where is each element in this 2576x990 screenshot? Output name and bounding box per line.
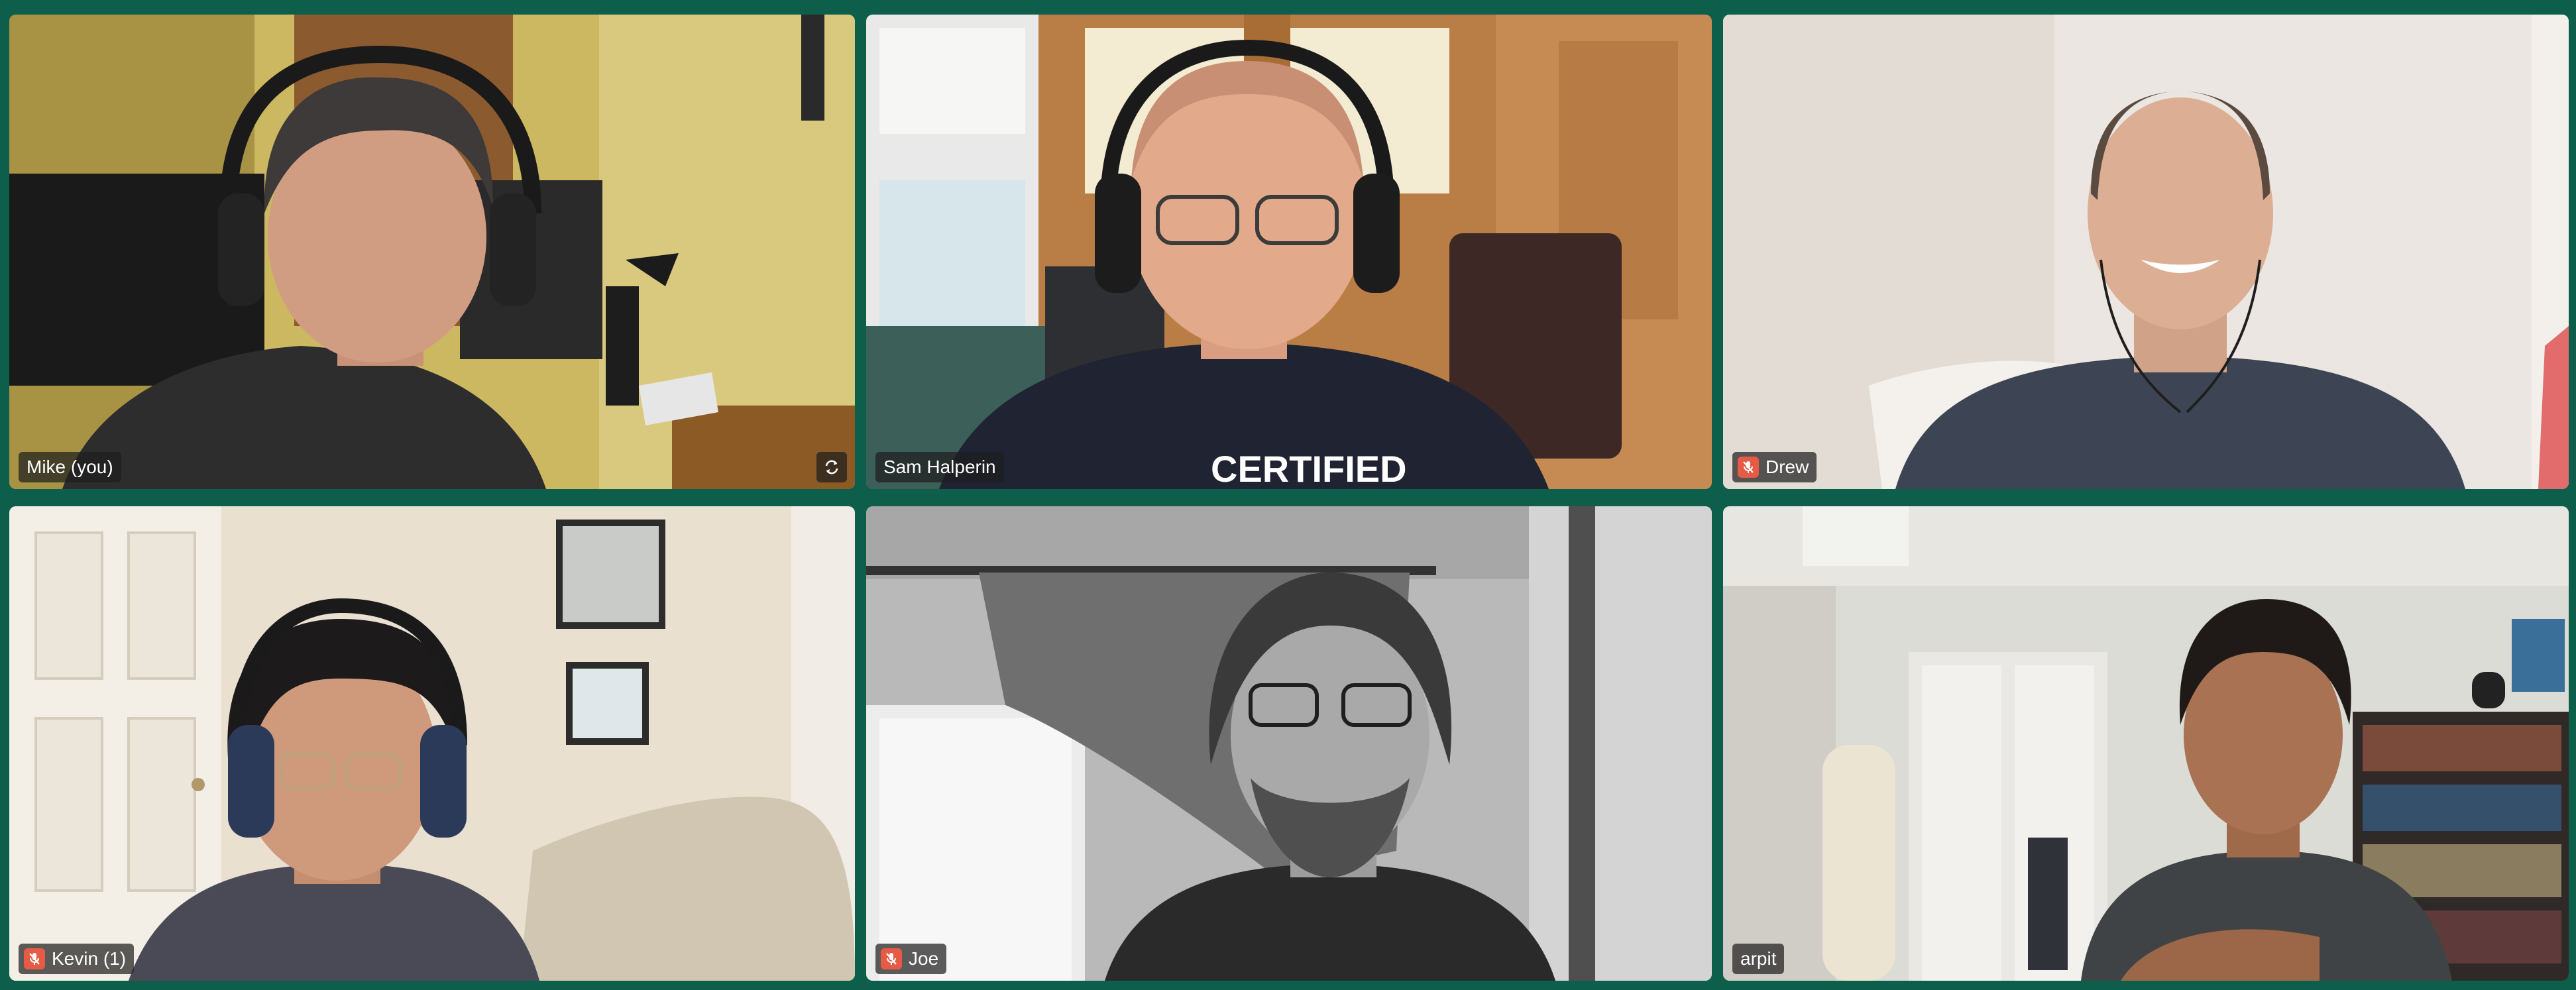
participant-name: Drew: [1765, 457, 1809, 477]
participant-name: arpit: [1740, 948, 1777, 969]
video-feed: CERTIFIED: [866, 15, 1712, 489]
participant-name-tag: arpit: [1732, 944, 1785, 974]
video-tile-drew[interactable]: Drew: [1723, 15, 2569, 489]
shirt-print: CERTIFIED: [1211, 448, 1407, 489]
microphone-muted-icon: [1738, 457, 1759, 478]
participant-name: Sam Halperin: [883, 457, 996, 477]
participant-name-tag: Kevin (1): [19, 944, 135, 974]
participant-name-tag: Sam Halperin: [875, 452, 1004, 482]
participant-name-tag: Drew: [1732, 452, 1817, 482]
participant-name: Joe: [909, 948, 939, 969]
participant-name-tag: Mike (you): [19, 452, 121, 482]
video-feed: [9, 506, 855, 981]
video-tile-kevin[interactable]: Kevin (1): [9, 506, 855, 981]
video-feed: [866, 506, 1712, 981]
camera-switch-button[interactable]: [816, 452, 847, 482]
microphone-muted-icon: [24, 948, 45, 969]
video-feed: [1723, 506, 2569, 981]
video-feed: [9, 15, 855, 489]
participant-name: Mike (you): [27, 457, 113, 477]
participant-name: Kevin (1): [52, 948, 127, 969]
microphone-muted-icon: [881, 948, 902, 969]
video-tile-arpit[interactable]: arpit: [1723, 506, 2569, 981]
participant-name-tag: Joe: [875, 944, 947, 974]
video-feed: [1723, 15, 2569, 489]
video-tile-mike[interactable]: Mike (you): [9, 15, 855, 489]
video-tile-sam-halperin[interactable]: CERTIFIED Sam Halperin: [866, 15, 1712, 489]
video-tile-joe[interactable]: Joe: [866, 506, 1712, 981]
video-grid: Mike (you) CERTIFIED Sam Halperin Drew K…: [9, 15, 2569, 982]
camera-switch-icon: [825, 460, 838, 474]
